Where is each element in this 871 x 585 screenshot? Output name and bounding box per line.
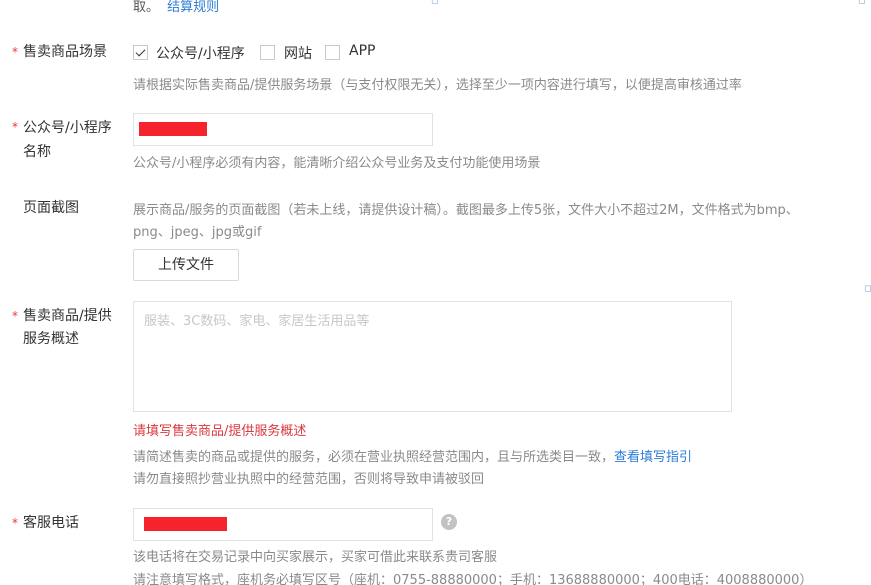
checkbox-mp[interactable] bbox=[133, 45, 148, 60]
description-placeholder: 服装、3C数码、家电、家居生活用品等 bbox=[144, 314, 370, 329]
description-label-line1: 售卖商品/提供 bbox=[23, 308, 112, 324]
mp-name-hint: 公众号/小程序必须有内容，能清晰介绍公众号业务及支付功能使用场景 bbox=[133, 156, 541, 171]
help-icon[interactable]: ? bbox=[441, 514, 457, 530]
phone-label: 客服电话 bbox=[23, 515, 79, 531]
redacted-value bbox=[144, 517, 227, 531]
checkbox-website-label: 网站 bbox=[284, 46, 312, 62]
phone-hint1: 该电话将在交易记录中向买家展示，买家可借此来联系贵司客服 bbox=[133, 550, 498, 565]
corner-icon: ◻ bbox=[864, 284, 871, 294]
phone-input[interactable] bbox=[133, 508, 433, 541]
redacted-value bbox=[139, 122, 207, 136]
scene-label: 售卖商品场景 bbox=[23, 44, 107, 60]
checkbox-mp-label: 公众号/小程序 bbox=[156, 46, 245, 62]
description-label-line2: 服务概述 bbox=[23, 331, 79, 347]
settlement-rules-link[interactable]: 结算规则 bbox=[167, 0, 219, 15]
required-mark: * bbox=[12, 516, 18, 530]
corner-icon: ◻ bbox=[431, 0, 439, 6]
phone-hint2: 请注意填写格式，座机务必填写区号（座机：0755-88880000；手机：136… bbox=[133, 573, 813, 585]
description-hint2: 请勿直接照抄营业执照中的经营范围，否则将导致申请被驳回 bbox=[133, 472, 485, 487]
description-hint1-text: 请简述售卖的商品或提供的服务，必须在营业执照经营范围内，且与所选类目一致， bbox=[133, 450, 615, 465]
description-error: 请填写售卖商品/提供服务概述 bbox=[133, 424, 307, 439]
top-line: 取。 结算规则 bbox=[133, 0, 219, 15]
checkbox-app-label: APP bbox=[349, 43, 376, 59]
description-textarea[interactable]: 服装、3C数码、家电、家居生活用品等 bbox=[133, 301, 732, 412]
required-mark: * bbox=[12, 120, 18, 134]
screenshot-hint-line1: 展示商品/服务的页面截图（若未上线，请提供设计稿）。截图最多上传5张，文件大小不… bbox=[133, 203, 799, 218]
top-prefix: 取。 bbox=[133, 0, 160, 15]
screenshot-hint-line2: png、jpeg、jpg或gif bbox=[133, 225, 262, 240]
scene-hint: 请根据实际售卖商品/提供服务场景（与支付权限无关），选择至少一项内容进行填写，以… bbox=[133, 78, 742, 93]
mp-name-input[interactable] bbox=[133, 113, 433, 146]
writing-guide-link[interactable]: 查看填写指引 bbox=[614, 450, 692, 465]
required-mark: * bbox=[12, 45, 18, 59]
required-mark: * bbox=[12, 309, 18, 323]
screenshot-label: 页面截图 bbox=[23, 200, 79, 216]
corner-icon: ◻ bbox=[858, 0, 866, 6]
mp-name-label-line1: 公众号/小程序 bbox=[23, 120, 112, 136]
mp-name-label-line2: 名称 bbox=[23, 144, 51, 160]
checkbox-app[interactable] bbox=[325, 45, 340, 60]
checkbox-website[interactable] bbox=[260, 45, 275, 60]
description-hint1: 请简述售卖的商品或提供的服务，必须在营业执照经营范围内，且与所选类目一致，查看填… bbox=[133, 446, 692, 465]
upload-file-button[interactable]: 上传文件 bbox=[133, 249, 239, 281]
